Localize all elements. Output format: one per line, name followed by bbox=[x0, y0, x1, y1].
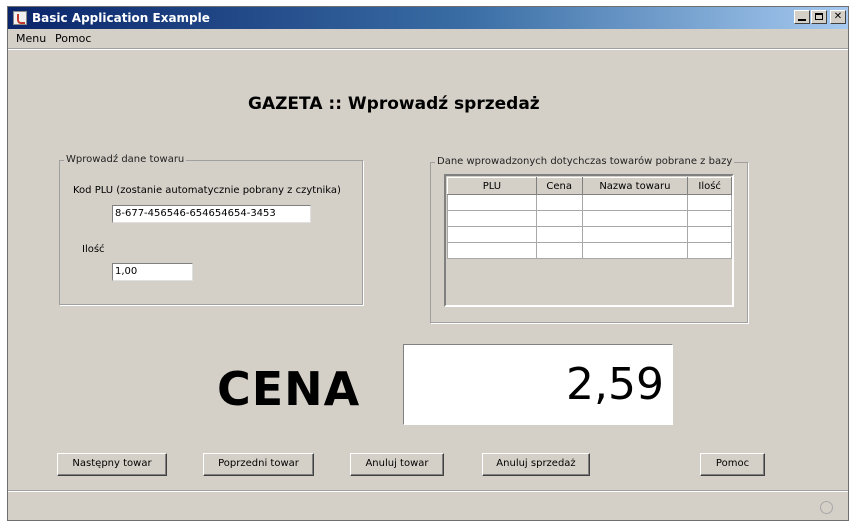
table-cell[interactable] bbox=[447, 194, 537, 211]
maximize-icon bbox=[815, 13, 823, 20]
table-cell[interactable] bbox=[581, 242, 689, 259]
input-group: Wprowadź dane towaru bbox=[59, 154, 363, 305]
cancel-item-button[interactable]: Anuluj towar bbox=[350, 453, 444, 476]
column-header-nazwa[interactable]: Nazwa towaru bbox=[581, 177, 689, 195]
title-bar[interactable]: Basic Application Example ✕ bbox=[8, 7, 848, 29]
status-indicator-icon bbox=[820, 501, 833, 514]
column-header-ilosc[interactable]: Ilość bbox=[687, 177, 732, 195]
price-display: 2,59 bbox=[403, 344, 673, 425]
minimize-button[interactable] bbox=[794, 10, 810, 24]
table-cell[interactable] bbox=[535, 242, 583, 259]
minimize-icon bbox=[798, 19, 806, 21]
maximize-button[interactable] bbox=[811, 10, 827, 24]
table-cell[interactable] bbox=[687, 210, 732, 227]
plu-label: Kod PLU (zostanie automatycznie pobrany … bbox=[73, 185, 341, 196]
table-group-title: Dane wprowadzonych dotychczas towarów po… bbox=[435, 156, 735, 167]
table-row[interactable] bbox=[447, 226, 732, 243]
java-app-icon bbox=[13, 11, 27, 25]
application-window: Basic Application Example ✕ Menu Pomoc G… bbox=[7, 6, 849, 521]
column-header-plu[interactable]: PLU bbox=[447, 177, 537, 195]
table-cell[interactable] bbox=[687, 226, 732, 243]
table-row[interactable] bbox=[447, 194, 732, 211]
input-group-title: Wprowadź dane towaru bbox=[64, 154, 187, 165]
window-title: Basic Application Example bbox=[32, 11, 210, 25]
table-cell[interactable] bbox=[535, 194, 583, 211]
price-label: CENA bbox=[217, 362, 361, 416]
table-cell[interactable] bbox=[447, 242, 537, 259]
menu-separator bbox=[8, 49, 848, 50]
table-cell[interactable] bbox=[447, 226, 537, 243]
table-cell[interactable] bbox=[687, 242, 732, 259]
help-button[interactable]: Pomoc bbox=[700, 453, 765, 476]
menu-item-menu[interactable]: Menu bbox=[16, 32, 46, 45]
table-row[interactable] bbox=[447, 242, 732, 259]
plu-input[interactable]: 8-677-456546-654654654-3453 bbox=[112, 205, 311, 223]
table-row[interactable] bbox=[447, 210, 732, 227]
status-separator bbox=[8, 490, 848, 491]
table-cell[interactable] bbox=[535, 226, 583, 243]
close-icon: ✕ bbox=[833, 11, 843, 22]
products-table-scrollpane[interactable]: PLU Cena Nazwa towaru Ilość bbox=[444, 174, 734, 307]
quantity-label: Ilość bbox=[82, 244, 105, 255]
menu-bar: Menu Pomoc bbox=[8, 29, 848, 49]
products-table[interactable]: PLU Cena Nazwa towaru Ilość bbox=[447, 177, 732, 259]
close-button[interactable]: ✕ bbox=[830, 10, 846, 24]
column-header-cena[interactable]: Cena bbox=[535, 177, 583, 195]
menu-item-pomoc[interactable]: Pomoc bbox=[55, 32, 91, 45]
table-cell[interactable] bbox=[447, 210, 537, 227]
cancel-sale-button[interactable]: Anuluj sprzedaż bbox=[482, 453, 590, 476]
previous-item-button[interactable]: Poprzedni towar bbox=[203, 453, 314, 476]
next-item-button[interactable]: Następny towar bbox=[57, 453, 167, 476]
table-cell[interactable] bbox=[581, 210, 689, 227]
table-cell[interactable] bbox=[581, 226, 689, 243]
quantity-input[interactable]: 1,00 bbox=[112, 263, 193, 281]
table-cell[interactable] bbox=[581, 194, 689, 211]
page-title: GAZETA :: Wprowadź sprzedaż bbox=[248, 94, 540, 114]
table-cell[interactable] bbox=[535, 210, 583, 227]
table-cell[interactable] bbox=[687, 194, 732, 211]
